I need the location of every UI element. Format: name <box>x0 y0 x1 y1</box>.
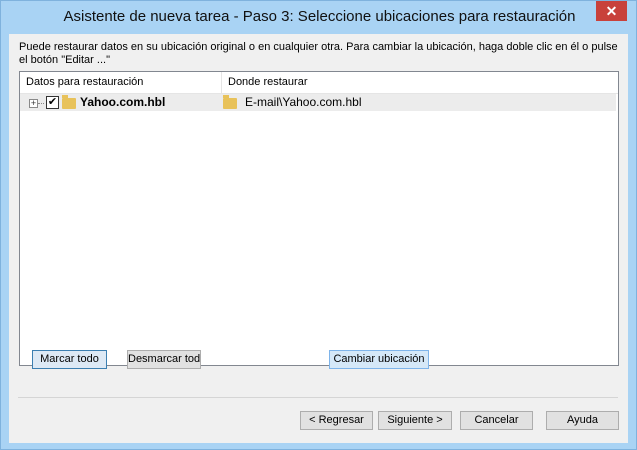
help-button[interactable]: Ayuda <box>546 411 619 430</box>
item-checkbox[interactable]: ✔ <box>46 96 59 109</box>
next-button[interactable]: Siguiente > <box>378 411 452 430</box>
window-title: Asistente de nueva tarea - Paso 3: Selec… <box>63 8 576 25</box>
title-bar: Asistente de nueva tarea - Paso 3: Selec… <box>1 1 636 34</box>
item-destination: E-mail\Yahoo.com.hbl <box>245 95 362 109</box>
change-location-button[interactable]: Cambiar ubicación <box>329 350 429 369</box>
restore-tree[interactable]: Datos para restauración Donde restaurar … <box>19 71 619 366</box>
column-header-destination[interactable]: Donde restaurar <box>222 72 618 93</box>
wizard-window: Asistente de nueva tarea - Paso 3: Selec… <box>0 0 637 450</box>
tree-line <box>38 103 44 104</box>
instructions-text: Puede restaurar datos en su ubicación or… <box>19 41 618 66</box>
wizard-body: Puede restaurar datos en su ubicación or… <box>9 34 628 443</box>
unmark-all-button[interactable]: Desmarcar todo <box>127 350 201 369</box>
folder-icon <box>62 95 76 109</box>
separator <box>18 397 618 398</box>
tree-row[interactable]: + ✔ Yahoo.com.hbl E-mail\Yahoo.com.hbl <box>20 94 616 111</box>
tree-header: Datos para restauración Donde restaurar <box>20 72 618 94</box>
mark-all-button[interactable]: Marcar todo <box>32 350 107 369</box>
expand-icon[interactable]: + <box>29 99 38 108</box>
cancel-button[interactable]: Cancelar <box>460 411 533 430</box>
close-button[interactable]: ✕ <box>596 1 627 21</box>
column-header-data[interactable]: Datos para restauración <box>20 72 222 93</box>
item-name: Yahoo.com.hbl <box>80 95 166 109</box>
back-button[interactable]: < Regresar <box>300 411 373 430</box>
folder-icon <box>223 95 237 109</box>
